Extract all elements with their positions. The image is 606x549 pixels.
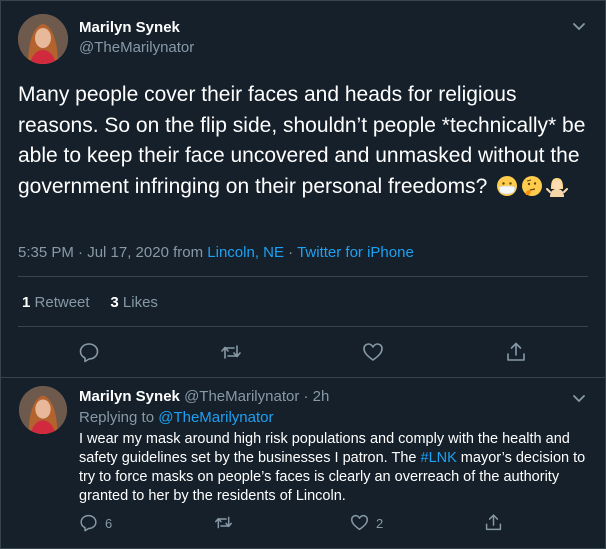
reply-age[interactable]: · 2h — [304, 388, 330, 405]
heart-icon[interactable] — [362, 341, 384, 363]
reply-share-icon[interactable] — [484, 513, 503, 532]
author-handle[interactable]: @TheMarilynator — [79, 39, 194, 56]
tweet-stats: 1 Retweet 3 Likes — [22, 294, 158, 311]
tweet-meta: 5:35 PM · Jul 17, 2020 from Lincoln, NE … — [18, 244, 414, 261]
author-name[interactable]: Marilyn Synek — [79, 19, 180, 36]
likes-label: Likes — [122, 294, 158, 311]
replying-to-handle[interactable]: @TheMarilynator — [158, 409, 273, 426]
meta-separator: · — [288, 244, 294, 261]
retweet-icon[interactable] — [220, 341, 242, 363]
reply-author-name[interactable]: Marilyn Synek — [79, 388, 180, 405]
reply-chevron-down-icon[interactable] — [570, 389, 588, 407]
replying-to-label: Replying to — [79, 409, 155, 426]
reply-like-count: 2 — [376, 516, 384, 531]
tweet-source[interactable]: Twitter for iPhone — [297, 244, 414, 261]
reply-author-handle[interactable]: @TheMarilynator — [184, 388, 299, 405]
reply-heart-icon[interactable] — [350, 513, 369, 532]
reply-text: I wear my mask around high risk populati… — [79, 430, 589, 506]
author-avatar[interactable] — [18, 14, 68, 64]
reply-author-avatar[interactable] — [19, 386, 67, 434]
divider-stats — [18, 326, 588, 327]
share-icon[interactable] — [505, 341, 527, 363]
replying-to: Replying to @TheMarilynator — [79, 409, 273, 426]
reply-header: Marilyn Synek @TheMarilynator · 2h — [79, 388, 329, 405]
retweet-count: 1 — [22, 294, 31, 311]
divider-meta — [18, 276, 588, 277]
reply-retweet-icon[interactable] — [214, 513, 233, 532]
retweet-label: Retweet — [34, 294, 90, 311]
mask-face-emoji-icon — [497, 175, 518, 196]
reply-reply-count: 6 — [105, 516, 113, 531]
likes-stat[interactable]: 3 Likes — [110, 294, 158, 311]
reply-reply-icon[interactable] — [79, 513, 98, 532]
hashtag-link[interactable]: #LNK — [421, 450, 457, 466]
chevron-down-icon[interactable] — [570, 17, 588, 35]
retweets-stat[interactable]: 1 Retweet — [22, 294, 90, 311]
tweet-location[interactable]: Lincoln, NE — [207, 244, 284, 261]
shrugging-woman-emoji-icon — [546, 177, 569, 197]
like-count: 3 — [110, 294, 119, 311]
divider-reply — [0, 377, 606, 378]
tweet-text: Many people cover their faces and heads … — [18, 80, 588, 202]
from-word: from — [173, 244, 204, 261]
reply-icon[interactable] — [78, 341, 100, 363]
tweet-time[interactable]: 5:35 PM · Jul 17, 2020 — [18, 244, 169, 261]
thinking-face-emoji-icon — [522, 175, 543, 196]
